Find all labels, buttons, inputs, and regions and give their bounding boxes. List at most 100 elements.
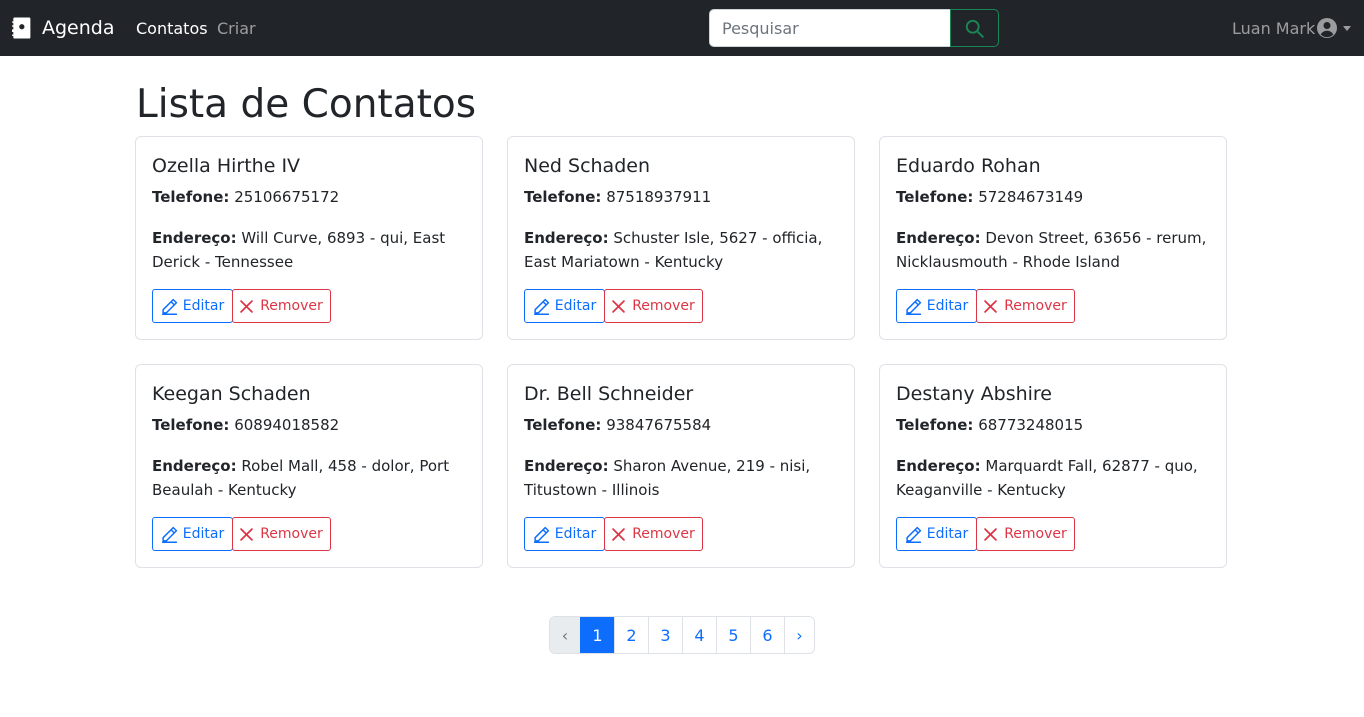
contact-phone: Telefone: 60894018582 bbox=[152, 414, 339, 436]
contact-card: Eduardo Rohan Telefone: 57284673149 Ende… bbox=[879, 136, 1227, 340]
nav-link-criar[interactable]: Criar bbox=[217, 0, 256, 56]
pagination: ‹ 1 2 3 4 5 6 › bbox=[549, 616, 815, 654]
contact-address: Endereço: Robel Mall, 458 - dolor, Port … bbox=[152, 454, 468, 502]
pagination-prev[interactable]: ‹ bbox=[550, 617, 580, 653]
remove-button[interactable]: Remover bbox=[976, 289, 1075, 323]
x-icon bbox=[240, 299, 253, 313]
edit-label: Editar bbox=[554, 526, 597, 542]
remove-label: Remover bbox=[260, 526, 323, 542]
user-menu-toggle[interactable]: Luan Mark bbox=[1232, 0, 1352, 56]
contact-address: Endereço: Marquardt Fall, 62877 - quo, K… bbox=[896, 454, 1212, 502]
search-icon bbox=[965, 19, 984, 38]
address-label: Endereço: bbox=[524, 457, 609, 475]
pencil-icon bbox=[161, 298, 177, 315]
remove-label: Remover bbox=[632, 298, 695, 314]
address-label: Endereço: bbox=[152, 457, 237, 475]
edit-label: Editar bbox=[182, 526, 225, 542]
edit-button[interactable]: Editar bbox=[152, 289, 233, 323]
contact-phone: Telefone: 93847675584 bbox=[524, 414, 711, 436]
contact-card: Keegan Schaden Telefone: 60894018582 End… bbox=[135, 364, 483, 568]
contact-name: Ned Schaden bbox=[524, 155, 650, 177]
contact-phone: Telefone: 57284673149 bbox=[896, 186, 1083, 208]
remove-label: Remover bbox=[1004, 298, 1067, 314]
search-button[interactable] bbox=[950, 9, 999, 47]
phone-label: Telefone: bbox=[524, 188, 602, 206]
edit-button[interactable]: Editar bbox=[896, 517, 977, 551]
pagination-page-1[interactable]: 1 bbox=[580, 617, 614, 653]
brand-link[interactable]: Agenda bbox=[12, 0, 115, 56]
contact-card: Dr. Bell Schneider Telefone: 93847675584… bbox=[507, 364, 855, 568]
edit-button[interactable]: Editar bbox=[524, 289, 605, 323]
pagination-next[interactable]: › bbox=[784, 617, 814, 653]
chevron-down-icon bbox=[1343, 25, 1352, 31]
address-label: Endereço: bbox=[524, 229, 609, 247]
phone-value: 60894018582 bbox=[234, 416, 340, 434]
contact-address: Endereço: Sharon Avenue, 219 - nisi, Tit… bbox=[524, 454, 840, 502]
pencil-icon bbox=[905, 298, 921, 315]
phone-value: 87518937911 bbox=[606, 188, 712, 206]
navbar: Agenda Contatos Criar Luan Mark bbox=[0, 0, 1364, 56]
x-icon bbox=[612, 299, 625, 313]
contact-name: Ozella Hirthe IV bbox=[152, 155, 301, 177]
edit-button[interactable]: Editar bbox=[896, 289, 977, 323]
pagination-page-3[interactable]: 3 bbox=[648, 617, 682, 653]
contact-name: Destany Abshire bbox=[896, 383, 1052, 405]
pencil-icon bbox=[905, 526, 921, 543]
remove-button[interactable]: Remover bbox=[232, 517, 331, 551]
contact-name: Dr. Bell Schneider bbox=[524, 383, 694, 405]
user-avatar-icon bbox=[1317, 18, 1338, 38]
nav-link-contatos[interactable]: Contatos bbox=[136, 0, 208, 56]
x-icon bbox=[984, 527, 997, 541]
brand-label: Agenda bbox=[42, 17, 115, 39]
phone-value: 68773248015 bbox=[978, 416, 1084, 434]
contact-name: Keegan Schaden bbox=[152, 383, 311, 405]
phone-value: 57284673149 bbox=[978, 188, 1084, 206]
address-label: Endereço: bbox=[152, 229, 237, 247]
contact-card: Ozella Hirthe IV Telefone: 25106675172 E… bbox=[135, 136, 483, 340]
remove-button[interactable]: Remover bbox=[604, 517, 703, 551]
contact-phone: Telefone: 25106675172 bbox=[152, 186, 339, 208]
contact-book-icon bbox=[12, 17, 31, 39]
edit-label: Editar bbox=[554, 298, 597, 314]
contact-address: Endereço: Devon Street, 63656 - rerum, N… bbox=[896, 226, 1212, 274]
remove-button[interactable]: Remover bbox=[976, 517, 1075, 551]
pencil-icon bbox=[533, 526, 549, 543]
remove-button[interactable]: Remover bbox=[232, 289, 331, 323]
edit-label: Editar bbox=[926, 526, 969, 542]
contact-phone: Telefone: 87518937911 bbox=[524, 186, 711, 208]
contact-card: Destany Abshire Telefone: 68773248015 En… bbox=[879, 364, 1227, 568]
search-form bbox=[709, 9, 1000, 47]
phone-value: 25106675172 bbox=[234, 188, 340, 206]
contact-phone: Telefone: 68773248015 bbox=[896, 414, 1083, 436]
user-name: Luan Mark bbox=[1232, 18, 1316, 38]
pagination-page-6[interactable]: 6 bbox=[750, 617, 784, 653]
edit-label: Editar bbox=[182, 298, 225, 314]
phone-label: Telefone: bbox=[152, 188, 230, 206]
phone-label: Telefone: bbox=[896, 188, 974, 206]
edit-button[interactable]: Editar bbox=[524, 517, 605, 551]
pagination-page-5[interactable]: 5 bbox=[716, 617, 750, 653]
phone-label: Telefone: bbox=[524, 416, 602, 434]
pencil-icon bbox=[533, 298, 549, 315]
address-label: Endereço: bbox=[896, 457, 981, 475]
phone-label: Telefone: bbox=[152, 416, 230, 434]
pagination-page-2[interactable]: 2 bbox=[614, 617, 648, 653]
x-icon bbox=[984, 299, 997, 313]
contact-address: Endereço: Will Curve, 6893 - qui, East D… bbox=[152, 226, 468, 274]
address-label: Endereço: bbox=[896, 229, 981, 247]
edit-label: Editar bbox=[926, 298, 969, 314]
search-input[interactable] bbox=[709, 9, 951, 47]
remove-label: Remover bbox=[632, 526, 695, 542]
phone-label: Telefone: bbox=[896, 416, 974, 434]
phone-value: 93847675584 bbox=[606, 416, 712, 434]
contact-card: Ned Schaden Telefone: 87518937911 Endere… bbox=[507, 136, 855, 340]
x-icon bbox=[612, 527, 625, 541]
x-icon bbox=[240, 527, 253, 541]
remove-label: Remover bbox=[1004, 526, 1067, 542]
contact-name: Eduardo Rohan bbox=[896, 155, 1041, 177]
page-title: Lista de Contatos bbox=[136, 82, 477, 127]
pagination-page-4[interactable]: 4 bbox=[682, 617, 716, 653]
remove-button[interactable]: Remover bbox=[604, 289, 703, 323]
remove-label: Remover bbox=[260, 298, 323, 314]
edit-button[interactable]: Editar bbox=[152, 517, 233, 551]
